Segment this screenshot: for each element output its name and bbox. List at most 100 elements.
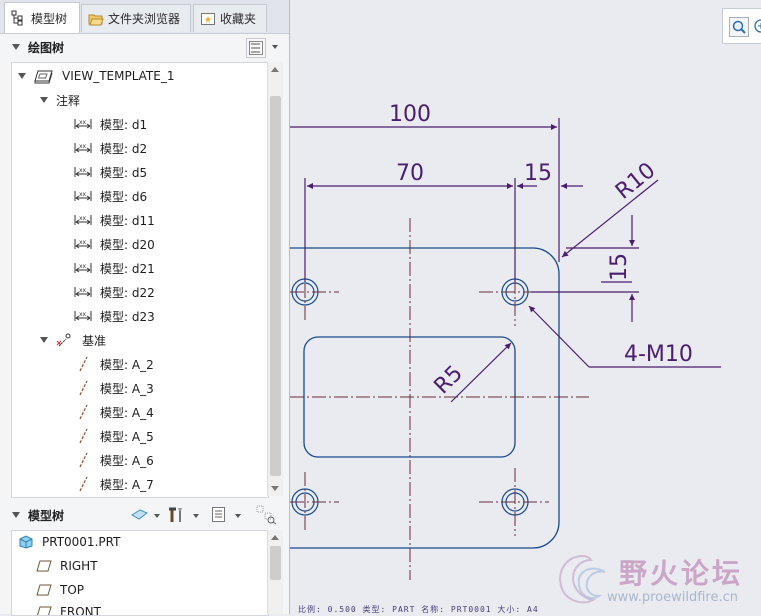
datum-plane-icon xyxy=(36,560,52,572)
svg-text:xx: xx xyxy=(79,287,87,294)
part-outline xyxy=(290,247,560,549)
dim-15-vertical-label: 15 xyxy=(607,253,632,281)
tree-row-label: PRT0001.PRT xyxy=(42,535,121,549)
datums-label: 基准 xyxy=(82,333,107,348)
dim-15-horizontal-label: 15 xyxy=(524,161,552,186)
drawing-view-icon xyxy=(34,68,54,84)
model-tree-icon xyxy=(11,10,27,26)
model-tree-header[interactable]: 模型树 xyxy=(8,502,282,528)
tree-row-label: TOP xyxy=(60,583,85,597)
tree-row-label: 模型: d11 xyxy=(100,213,155,228)
chevron-down-icon[interactable] xyxy=(154,514,160,518)
tree-row-plane[interactable]: TOP xyxy=(36,579,84,601)
dimension-icon: xx xyxy=(74,142,92,154)
svg-text:xx: xx xyxy=(79,263,87,270)
svg-text:xx: xx xyxy=(79,215,87,222)
datum-axis-icon xyxy=(74,428,92,444)
chevron-down-icon[interactable] xyxy=(272,45,278,49)
datum-axis-icon xyxy=(74,356,92,372)
tree-row-label: 模型: d23 xyxy=(100,309,155,324)
tree-row-label: RIGHT xyxy=(60,559,98,573)
tree-root-label: VIEW_TEMPLATE_1 xyxy=(62,69,175,83)
tab-folder-browser[interactable]: 文件夹浏览器 xyxy=(81,4,191,32)
scroll-up-icon[interactable] xyxy=(271,535,279,540)
list-icon xyxy=(249,41,263,55)
tree-row-dimension[interactable]: xx 模型: d6 xyxy=(74,185,147,207)
tree-row-label: 模型: d21 xyxy=(100,261,155,276)
zoom-button[interactable] xyxy=(729,17,749,37)
tree-row-dimension[interactable]: xx 模型: d1 xyxy=(74,113,147,135)
annotations-row[interactable]: 注释 xyxy=(40,89,80,111)
tree-row-label: 模型: d2 xyxy=(100,141,148,156)
tree-row-axis[interactable]: 模型: A_5 xyxy=(74,425,154,447)
sheet-status-text: 比例: 0.500 类型: PART 名称: PRT0001 大小: A4 xyxy=(298,605,539,614)
watermark-title: 野火论坛 xyxy=(619,557,744,590)
show-display-icon[interactable] xyxy=(130,507,148,523)
chevron-down-icon[interactable] xyxy=(235,514,241,518)
dimension-icon: xx xyxy=(74,166,92,178)
collapse-icon[interactable] xyxy=(12,512,20,518)
tab-label: 模型树 xyxy=(31,11,68,26)
tree-row-dimension[interactable]: xx 模型: d23 xyxy=(74,305,155,327)
tree-row-axis[interactable]: 模型: A_7 xyxy=(74,473,154,495)
scroll-thumb[interactable] xyxy=(270,546,281,580)
tree-row-label: 模型: A_7 xyxy=(100,477,154,492)
watermark-url: www.proewildfire.cn xyxy=(607,590,738,605)
expand-icon[interactable] xyxy=(40,97,48,103)
more-tools-icon[interactable] xyxy=(753,19,761,33)
tree-row-part[interactable]: PRT0001.PRT xyxy=(18,531,120,553)
svg-text:xx: xx xyxy=(79,167,87,174)
model-tree-title: 模型树 xyxy=(28,508,65,523)
tree-row-label: 模型: A_5 xyxy=(100,429,154,444)
tree-row-dimension[interactable]: xx 模型: d2 xyxy=(74,137,147,159)
scroll-up-icon[interactable] xyxy=(271,67,279,72)
tab-label: 文件夹浏览器 xyxy=(108,12,181,26)
drawing-tree: VIEW_TEMPLATE_1 注释 xx 模型: d1 xx 模型: d2 xx 模型:… xyxy=(11,62,269,498)
tree-row-dimension[interactable]: xx 模型: d11 xyxy=(74,209,155,231)
scroll-thumb[interactable] xyxy=(270,96,281,476)
datum-axis-icon xyxy=(74,404,92,420)
chevron-down-icon[interactable] xyxy=(193,514,199,518)
dimension-icon: xx xyxy=(74,238,92,250)
tree-root-row[interactable]: VIEW_TEMPLATE_1 xyxy=(18,65,174,87)
list-icon[interactable] xyxy=(211,506,227,522)
tools-icon[interactable] xyxy=(168,506,184,522)
dimension-icon: xx xyxy=(74,118,92,130)
drawing-canvas[interactable]: 100 70 15 R10 15 R5 4-M10 xyxy=(289,0,761,614)
tree-row-label: 模型: d22 xyxy=(100,285,155,300)
tree-row-dimension[interactable]: xx 模型: d5 xyxy=(74,161,147,183)
datum-icon xyxy=(56,332,74,348)
tree-row-axis[interactable]: 模型: A_3 xyxy=(74,377,154,399)
tab-favorites[interactable]: 收藏夹 xyxy=(193,4,267,32)
drawing-tree-header[interactable]: 绘图树 xyxy=(8,34,282,60)
datum-axis-icon xyxy=(74,380,92,396)
expand-icon[interactable] xyxy=(40,337,48,343)
scroll-down-icon[interactable] xyxy=(271,486,279,491)
tree-row-plane[interactable]: RIGHT xyxy=(36,555,98,577)
dimension-texts: 100 70 15 R10 15 R5 4-M10 xyxy=(389,102,693,399)
graphics-toolbar xyxy=(722,8,761,44)
zoom-icon xyxy=(732,20,746,34)
expand-icon[interactable] xyxy=(18,73,26,79)
tree-settings-button[interactable] xyxy=(246,38,266,58)
dimension-icon: xx xyxy=(74,286,92,298)
tree-row-label: 模型: d6 xyxy=(100,189,148,204)
tree-row-axis[interactable]: 模型: A_2 xyxy=(74,353,154,375)
tab-model-tree[interactable]: 模型树 xyxy=(4,2,80,33)
datums-row[interactable]: 基准 xyxy=(40,329,106,351)
folder-icon xyxy=(88,11,104,27)
tree-row-dimension[interactable]: xx 模型: d21 xyxy=(74,257,155,279)
tree-row-axis[interactable]: 模型: A_6 xyxy=(74,449,154,471)
tree-row-label: 模型: d20 xyxy=(100,237,155,252)
collapse-icon[interactable] xyxy=(12,44,20,50)
tree-row-dimension[interactable]: xx 模型: d22 xyxy=(74,281,155,303)
tree-row-dimension[interactable]: xx 模型: d20 xyxy=(74,233,155,255)
drawing-tree-scrollbar[interactable] xyxy=(267,62,283,496)
model-tree-scrollbar[interactable] xyxy=(267,530,283,614)
datum-plane-icon xyxy=(36,606,52,615)
filter-icon[interactable] xyxy=(256,505,277,525)
dimension-icon: xx xyxy=(74,214,92,226)
part-icon xyxy=(18,535,34,549)
svg-text:xx: xx xyxy=(79,191,87,198)
tree-row-axis[interactable]: 模型: A_4 xyxy=(74,401,154,423)
